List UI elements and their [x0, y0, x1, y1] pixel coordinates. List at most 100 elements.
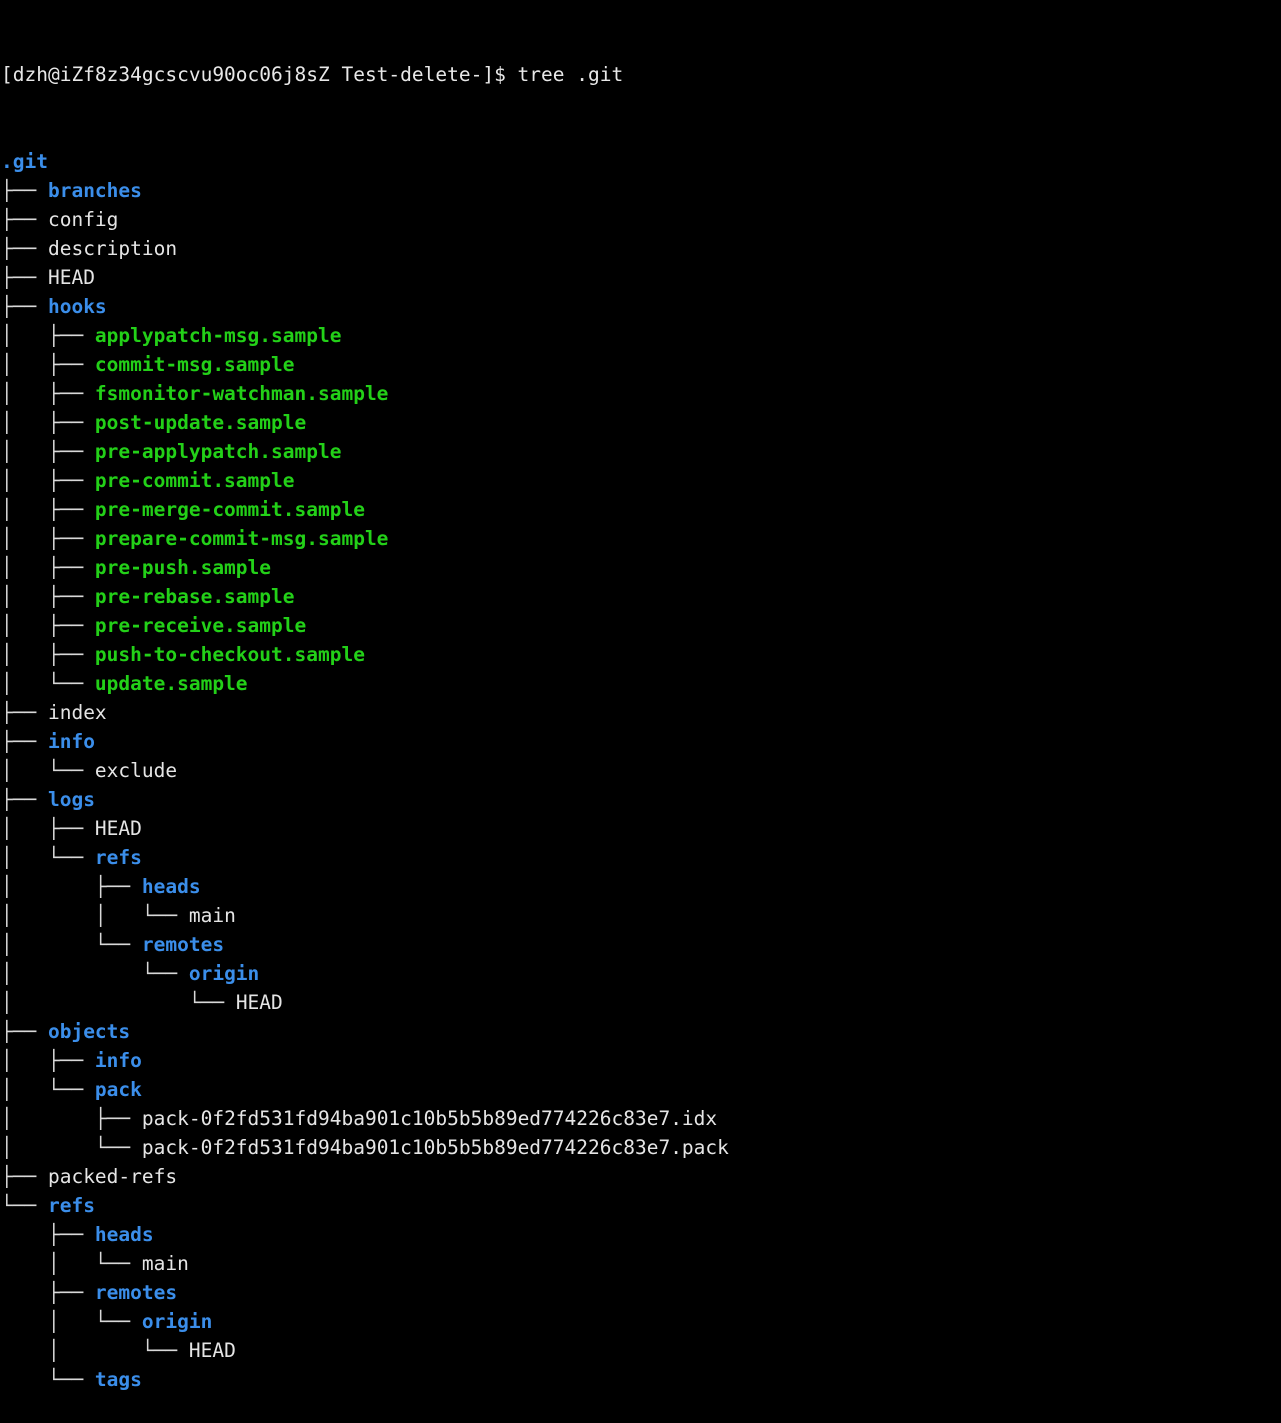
- tree-entry-name-file: pack-0f2fd531fd94ba901c10b5b5b89ed774226…: [141, 1136, 729, 1159]
- tree-entry-name-file: exclude: [94, 759, 178, 782]
- tree-entry: │ ├── info: [0, 1046, 1281, 1075]
- tree-entry: │ ├── pre-merge-commit.sample: [0, 495, 1281, 524]
- tree-entry-name-exec: pre-commit.sample: [94, 469, 295, 492]
- tree-branch-connector-icon: │ ├──: [1, 411, 95, 434]
- tree-branch-connector-icon: │ ├──: [1, 643, 95, 666]
- tree-entry: │ ├── pre-rebase.sample: [0, 582, 1281, 611]
- tree-branch-connector-icon: │ ├──: [1, 527, 95, 550]
- tree-entry: │ ├── pre-push.sample: [0, 553, 1281, 582]
- tree-branch-connector-icon: │ ├──: [1, 1049, 95, 1072]
- tree-entry: └── tags: [0, 1365, 1281, 1394]
- tree-entry-name-file: main: [141, 1252, 189, 1275]
- tree-entry: ├── packed-refs: [0, 1162, 1281, 1191]
- tree-branch-connector-icon: ├──: [1, 730, 48, 753]
- tree-entry-name-dir: info: [94, 1049, 142, 1072]
- tree-branch-connector-icon: │ └──: [1, 933, 142, 956]
- tree-entry: ├── logs: [0, 785, 1281, 814]
- tree-branch-connector-icon: │ ├──: [1, 469, 95, 492]
- tree-entry-name-exec: applypatch-msg.sample: [94, 324, 342, 347]
- tree-entry: │ ├── HEAD: [0, 814, 1281, 843]
- tree-entry-name-file: HEAD: [235, 991, 283, 1014]
- tree-entry-name-exec: pre-merge-commit.sample: [94, 498, 365, 521]
- tree-entry-name-exec: pre-push.sample: [94, 556, 272, 579]
- tree-entry: ├── config: [0, 205, 1281, 234]
- tree-entry: │ └── HEAD: [0, 1336, 1281, 1365]
- tree-branch-connector-icon: ├──: [1, 208, 48, 231]
- tree-branch-connector-icon: └──: [1, 1368, 95, 1391]
- tree-entry-name-dir: branches: [47, 179, 142, 202]
- tree-entry: ├── branches: [0, 176, 1281, 205]
- tree-entry: │ └── pack-0f2fd531fd94ba901c10b5b5b89ed…: [0, 1133, 1281, 1162]
- tree-entry: ├── remotes: [0, 1278, 1281, 1307]
- tree-branch-connector-icon: │ ├──: [1, 498, 95, 521]
- tree-branch-connector-icon: ├──: [1, 295, 48, 318]
- tree-branch-connector-icon: │ ├──: [1, 440, 95, 463]
- tree-branch-connector-icon: ├──: [1, 1281, 95, 1304]
- tree-entry: │ └── pack: [0, 1075, 1281, 1104]
- tree-entry: │ ├── pre-receive.sample: [0, 611, 1281, 640]
- tree-entry: │ ├── commit-msg.sample: [0, 350, 1281, 379]
- tree-entry-name-exec: update.sample: [94, 672, 248, 695]
- tree-branch-connector-icon: │ ├──: [1, 353, 95, 376]
- tree-entry: ├── description: [0, 234, 1281, 263]
- tree-entry: ├── objects: [0, 1017, 1281, 1046]
- tree-entry-name-exec: fsmonitor-watchman.sample: [94, 382, 389, 405]
- tree-entry: │ ├── applypatch-msg.sample: [0, 321, 1281, 350]
- tree-entry: │ └── exclude: [0, 756, 1281, 785]
- tree-branch-connector-icon: │ └──: [1, 1136, 142, 1159]
- tree-branch-connector-icon: │ └──: [1, 991, 236, 1014]
- tree-branch-connector-icon: │ └──: [1, 1310, 142, 1333]
- tree-entry-name-file: HEAD: [47, 266, 95, 289]
- tree-branch-connector-icon: │ ├──: [1, 614, 95, 637]
- terminal-output: [dzh@iZf8z34gcscvu90oc06j8sZ Test-delete…: [0, 0, 1281, 1391]
- tree-entry: │ ├── push-to-checkout.sample: [0, 640, 1281, 669]
- tree-entry: │ ├── heads: [0, 872, 1281, 901]
- tree-entry-name-dir: heads: [141, 875, 201, 898]
- tree-entry: │ ├── pre-applypatch.sample: [0, 437, 1281, 466]
- tree-entry-name-exec: push-to-checkout.sample: [94, 643, 365, 666]
- tree-branch-connector-icon: │ ├──: [1, 324, 95, 347]
- tree-entry-name-file: index: [47, 701, 107, 724]
- tree-entry-name-exec: pre-applypatch.sample: [94, 440, 342, 463]
- tree-entry: ├── HEAD: [0, 263, 1281, 292]
- tree-branch-connector-icon: ├──: [1, 179, 48, 202]
- tree-entry-name-file: HEAD: [188, 1339, 236, 1362]
- tree-entry-name-file: HEAD: [94, 817, 142, 840]
- tree-entry-name-exec: prepare-commit-msg.sample: [94, 527, 389, 550]
- tree-entry: │ │ └── main: [0, 901, 1281, 930]
- tree-entry: ├── info: [0, 727, 1281, 756]
- tree-branch-connector-icon: ├──: [1, 237, 48, 260]
- tree-entry: │ └── origin: [0, 959, 1281, 988]
- tree-entry: │ ├── fsmonitor-watchman.sample: [0, 379, 1281, 408]
- tree-branch-connector-icon: │ └──: [1, 846, 95, 869]
- tree-entry-name-dir: refs: [94, 846, 142, 869]
- tree-branch-connector-icon: ├──: [1, 266, 48, 289]
- tree-entry-name-dir: refs: [47, 1194, 95, 1217]
- tree-entry: │ └── HEAD: [0, 988, 1281, 1017]
- tree-entry-name-dir: .git: [1, 150, 48, 173]
- tree-entry-name-file: description: [47, 237, 178, 260]
- tree-branch-connector-icon: ├──: [1, 1020, 48, 1043]
- tree-entry-name-dir: hooks: [47, 295, 107, 318]
- tree-branch-connector-icon: │ └──: [1, 759, 95, 782]
- tree-entry-name-dir: heads: [94, 1223, 154, 1246]
- tree-entry: ├── heads: [0, 1220, 1281, 1249]
- tree-entry: ├── index: [0, 698, 1281, 727]
- tree-entry: │ └── origin: [0, 1307, 1281, 1336]
- tree-entry-name-exec: post-update.sample: [94, 411, 307, 434]
- tree-entry: │ └── main: [0, 1249, 1281, 1278]
- tree-branch-connector-icon: ├──: [1, 1165, 48, 1188]
- tree-entry-name-dir: pack: [94, 1078, 142, 1101]
- tree-entry-name-file: main: [188, 904, 236, 927]
- tree-entry: │ └── refs: [0, 843, 1281, 872]
- tree-branch-connector-icon: │ │ └──: [1, 904, 189, 927]
- tree-entry-name-dir: tags: [94, 1368, 142, 1391]
- tree-branch-connector-icon: │ └──: [1, 1252, 142, 1275]
- tree-branch-connector-icon: │ ├──: [1, 585, 95, 608]
- tree-entry-name-dir: objects: [47, 1020, 131, 1043]
- tree-listing: .git ├── branches ├── config ├── descriptio…: [0, 147, 1281, 1394]
- tree-entry-name-file: pack-0f2fd531fd94ba901c10b5b5b89ed774226…: [141, 1107, 718, 1130]
- tree-entry-name-exec: commit-msg.sample: [94, 353, 295, 376]
- tree-entry-name-dir: remotes: [94, 1281, 178, 1304]
- tree-branch-connector-icon: │ ├──: [1, 875, 142, 898]
